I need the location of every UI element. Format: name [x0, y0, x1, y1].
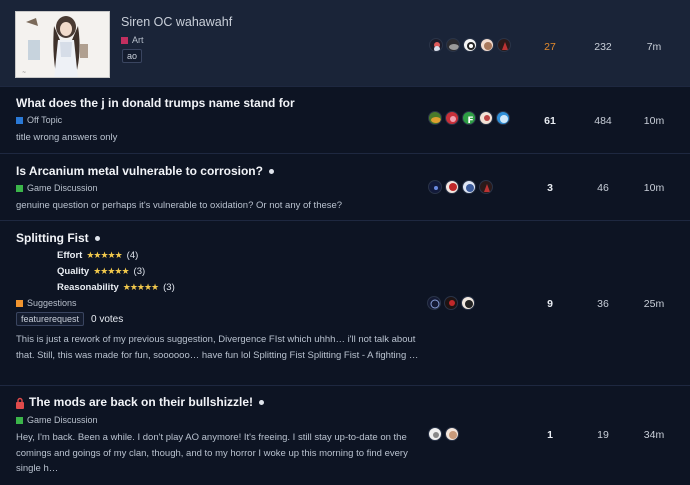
avatar-2[interactable] — [444, 296, 458, 310]
avatar-4[interactable] — [480, 38, 494, 52]
activity-time[interactable]: 7m — [634, 41, 674, 53]
topic-title[interactable]: The mods are back on their bullshizzle! — [29, 395, 253, 409]
category-color-square — [16, 416, 23, 424]
category-badge[interactable]: Game Discussion — [16, 183, 98, 193]
topic-excerpt[interactable]: Hey, I'm back. Been a while. I don't pla… — [16, 430, 416, 477]
topic-excerpt[interactable]: This is just a rework of my previous sug… — [16, 332, 426, 363]
category-color-square — [16, 184, 23, 192]
topic-ratings: Effort ★★★★★ (4) Quality ★★★★★ (3) Reaso… — [57, 247, 175, 295]
view-count: 19 — [597, 429, 609, 441]
category-label: Art — [132, 35, 144, 45]
poster-avatars — [428, 427, 459, 441]
category-color-square — [121, 36, 128, 44]
avatar-4[interactable] — [479, 111, 493, 125]
activity-time[interactable]: 10m — [634, 115, 674, 127]
poster-avatars: F — [428, 111, 510, 125]
category-label: Off Topic — [27, 115, 63, 125]
view-count: 232 — [594, 41, 612, 53]
topic-excerpt[interactable]: genuine question or perhaps it's vulnera… — [16, 198, 342, 214]
unread-dot — [268, 169, 274, 175]
rating-row: Effort ★★★★★ (4) — [57, 247, 175, 263]
topic-title[interactable]: Splitting Fist — [16, 231, 89, 245]
topic-tag[interactable]: featurerequest — [16, 312, 85, 326]
rating-count: (3) — [163, 281, 175, 293]
avatar-3[interactable]: F — [462, 111, 476, 125]
topic-thumbnail[interactable]: ~ — [15, 11, 110, 78]
avatar-1[interactable] — [429, 38, 443, 52]
avatar-3[interactable] — [462, 180, 476, 194]
rating-count: (3) — [133, 265, 146, 277]
svg-text:~: ~ — [22, 70, 26, 76]
category-badge[interactable]: Off Topic — [16, 115, 62, 125]
avatar-1[interactable] — [428, 180, 442, 194]
poster-avatars — [429, 38, 511, 52]
topic-row[interactable]: Is Arcanium metal vulnerable to corrosio… — [0, 155, 690, 221]
reply-count[interactable]: 3 — [530, 182, 570, 194]
star-icons: ★★★★★ — [93, 265, 129, 276]
reply-count[interactable]: 27 — [530, 41, 570, 53]
topic-tag[interactable]: ao — [122, 49, 143, 63]
avatar-1[interactable] — [427, 296, 441, 310]
category-label: Game Discussion — [27, 183, 98, 193]
topic-title[interactable]: Is Arcanium metal vulnerable to corrosio… — [16, 164, 263, 178]
rating-label: Effort — [57, 249, 83, 261]
category-label: Suggestions — [27, 298, 77, 308]
avatar-2[interactable] — [446, 38, 460, 52]
poster-avatars — [427, 296, 475, 310]
poster-avatars — [428, 180, 493, 194]
avatar-5[interactable] — [497, 38, 511, 52]
rating-label: Reasonability — [57, 281, 119, 293]
avatar-1[interactable] — [428, 427, 442, 441]
avatar-1[interactable] — [428, 111, 442, 125]
star-icons: ★★★★★ — [122, 281, 159, 292]
avatar-4[interactable] — [479, 180, 493, 194]
activity-time[interactable]: 34m — [634, 429, 674, 441]
category-badge[interactable]: Game Discussion — [16, 415, 98, 425]
topic-row[interactable]: ~ Siren OC wahawahf Art ao 27 232 7m — [0, 0, 690, 87]
rating-label: Quality — [57, 265, 90, 277]
topic-title-wrap[interactable]: Is Arcanium metal vulnerable to corrosio… — [16, 164, 274, 178]
avatar-2[interactable] — [445, 427, 459, 441]
avatar-3[interactable] — [461, 296, 475, 310]
view-count: 36 — [597, 298, 609, 310]
rating-row: Reasonability ★★★★★ (3) — [57, 279, 175, 295]
topic-title-wrap[interactable]: The mods are back on their bullshizzle! — [29, 395, 265, 409]
activity-time[interactable]: 10m — [634, 182, 674, 194]
category-label: Game Discussion — [27, 415, 98, 425]
lock-icon — [16, 397, 24, 409]
category-badge[interactable]: Art — [121, 35, 144, 45]
avatar-2[interactable] — [445, 180, 459, 194]
reply-count[interactable]: 1 — [530, 429, 570, 441]
category-color-square — [16, 299, 23, 307]
topic-title[interactable]: What does the j in donald trumps name st… — [16, 96, 295, 110]
topic-row[interactable]: What does the j in donald trumps name st… — [0, 88, 690, 154]
rating-count: (4) — [126, 249, 139, 261]
svg-text:F: F — [468, 116, 474, 125]
topic-row[interactable]: The mods are back on their bullshizzle! … — [0, 387, 690, 485]
topic-title-wrap[interactable]: Splitting Fist — [16, 231, 100, 245]
star-icons: ★★★★★ — [86, 249, 122, 260]
reply-count[interactable]: 9 — [530, 298, 570, 310]
topic-title[interactable]: Siren OC wahawahf — [121, 15, 232, 29]
avatar-2[interactable] — [445, 111, 459, 125]
avatar-5[interactable] — [496, 111, 510, 125]
activity-time[interactable]: 25m — [634, 298, 674, 310]
rating-row: Quality ★★★★★ (3) — [57, 263, 175, 279]
unread-dot — [94, 236, 100, 242]
view-count: 484 — [594, 115, 612, 127]
view-count: 46 — [597, 182, 609, 194]
category-badge[interactable]: Suggestions — [16, 298, 77, 308]
unread-dot — [259, 400, 265, 406]
avatar-3[interactable] — [463, 38, 477, 52]
topic-excerpt[interactable]: title wrong answers only — [16, 130, 117, 146]
category-color-square — [16, 116, 23, 124]
vote-count[interactable]: 0 votes — [91, 314, 123, 325]
reply-count[interactable]: 61 — [530, 115, 570, 127]
